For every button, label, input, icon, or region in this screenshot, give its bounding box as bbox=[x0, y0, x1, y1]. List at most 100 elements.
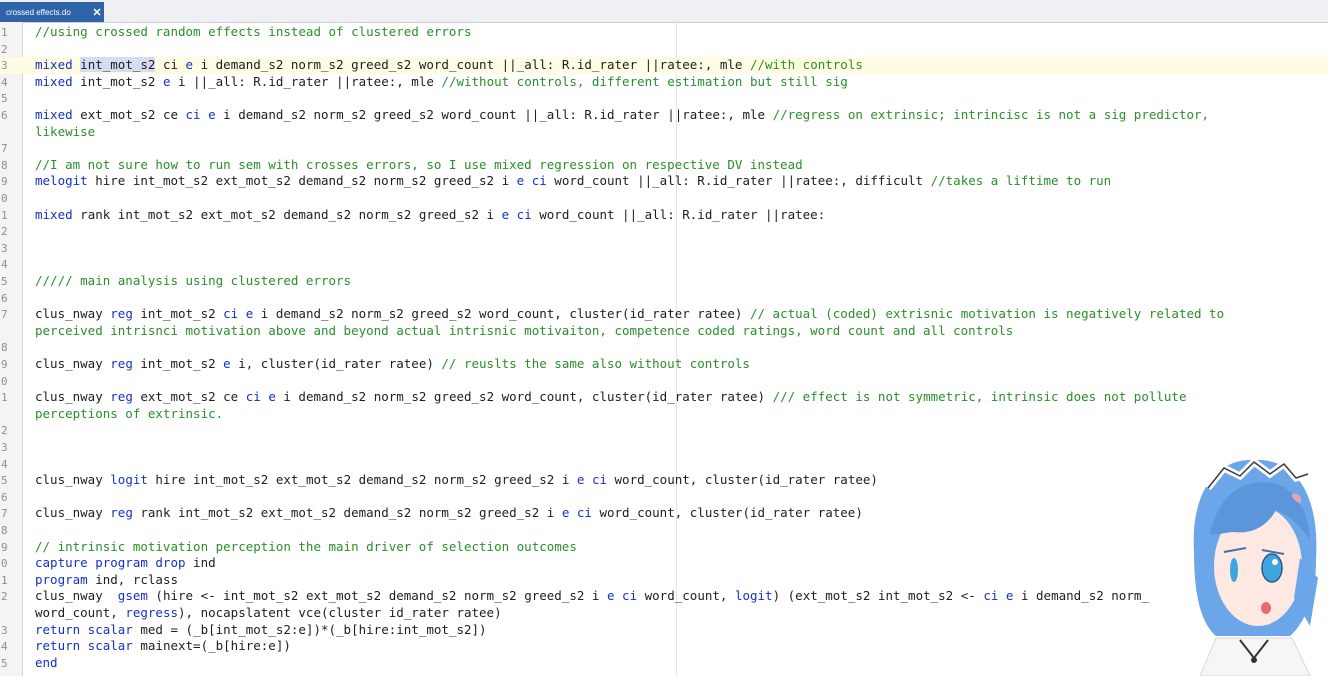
line-number: 4 bbox=[1, 640, 8, 654]
code-line[interactable]: 1 //using crossed random effects instead … bbox=[0, 24, 1328, 41]
code-line[interactable]: 1 clus_nway reg ext_mot_s2 ce ci e i dema… bbox=[0, 389, 1328, 406]
code-comment: perceived intrisnci motivation above and… bbox=[35, 322, 1014, 338]
line-number: 4 bbox=[1, 75, 8, 89]
code-keyword: e bbox=[185, 57, 194, 73]
code-keyword: end bbox=[35, 654, 58, 670]
code-editor[interactable]: 1 //using crossed random effects instead … bbox=[0, 22, 1328, 676]
code-keyword: e bbox=[208, 107, 216, 122]
code-line[interactable]: 6 bbox=[0, 290, 1328, 307]
line-number: 1 bbox=[1, 391, 8, 405]
code-line[interactable]: 4 return scalar mainext=(_b[hire:e]) bbox=[0, 638, 1328, 655]
code-line[interactable]: 9 // intrinsic motivation perception the … bbox=[0, 539, 1328, 556]
code-keyword: mixed bbox=[35, 57, 73, 73]
code-token: clus_nway bbox=[35, 472, 111, 488]
code-token: int_mot_s2 bbox=[132, 356, 224, 371]
code-line[interactable]: 3 return scalar med = (_b[int_mot_s2:e])*… bbox=[0, 622, 1328, 639]
code-line[interactable]: 6 bbox=[0, 489, 1328, 506]
code-line[interactable]: 7 clus_nway reg int_mot_s2 ci e i demand_… bbox=[0, 306, 1328, 323]
code-text: mixed ext_mot_s2 ce ci e i demand_s2 nor… bbox=[35, 107, 1209, 124]
code-keyword: ci bbox=[531, 173, 547, 189]
line-number: 2 bbox=[1, 42, 8, 56]
code-line[interactable]: 4 bbox=[0, 256, 1328, 273]
line-number: 2 bbox=[1, 225, 8, 239]
code-line[interactable]: likewise bbox=[0, 124, 1328, 141]
code-comment: perceptions of extrinsic. bbox=[35, 405, 224, 421]
code-line[interactable]: 5 clus_nway logit hire int_mot_s2 ext_mot… bbox=[0, 472, 1328, 489]
code-keyword: logit bbox=[110, 472, 148, 488]
code-comment: //takes a liftime to run bbox=[930, 173, 1112, 189]
code-line[interactable]: 0 bbox=[0, 190, 1328, 207]
code-line[interactable]: 3 bbox=[0, 439, 1328, 456]
code-token: i demand_s2 norm_ bbox=[1013, 588, 1149, 604]
code-keyword: mixed bbox=[35, 107, 73, 122]
code-line[interactable]: 7 clus_nway reg rank int_mot_s2 ext_mot_s… bbox=[0, 505, 1328, 522]
code-text: clus_nway logit hire int_mot_s2 ext_mot_… bbox=[35, 472, 878, 489]
code-token: word_count ||_all: R.id_rater ||ratee: bbox=[531, 206, 826, 222]
code-keyword: melogit bbox=[35, 173, 88, 189]
code-token: clus_nway bbox=[35, 505, 111, 521]
code-line[interactable]: 4 bbox=[0, 456, 1328, 473]
code-keyword: reg bbox=[110, 505, 133, 521]
code-text: perceived intrisnci motivation above and… bbox=[35, 323, 1013, 340]
code-line[interactable]: 6 mixed ext_mot_s2 ce ci e i demand_s2 no… bbox=[0, 107, 1328, 124]
code-line[interactable]: 3 mixed int_mot_s2 ci e i demand_s2 norm_… bbox=[0, 57, 1328, 74]
code-line[interactable]: 8 bbox=[0, 339, 1328, 356]
code-keyword: regress bbox=[125, 605, 178, 620]
code-token: word_count ||_all: R.id_rater ||ratee:, … bbox=[546, 173, 931, 189]
code-line[interactable]: 3 bbox=[0, 240, 1328, 257]
code-line[interactable]: 1 mixed rank int_mot_s2 ext_mot_s2 demand… bbox=[0, 207, 1328, 224]
code-keyword: ci bbox=[223, 306, 239, 322]
tab-title: crossed effects.do bbox=[6, 7, 71, 17]
code-line[interactable]: 9 melogit hire int_mot_s2 ext_mot_s2 dema… bbox=[0, 173, 1328, 190]
line-number: 5 bbox=[1, 474, 8, 488]
code-text: end bbox=[35, 655, 58, 672]
line-number: 6 bbox=[1, 291, 8, 305]
line-number: 0 bbox=[1, 374, 8, 388]
code-line[interactable]: 8 //I am not sure how to run sem with cro… bbox=[0, 157, 1328, 174]
code-line[interactable]: 2 bbox=[0, 223, 1328, 240]
code-keyword: e bbox=[501, 206, 510, 222]
code-line[interactable]: 2 bbox=[0, 422, 1328, 439]
code-comment: //with controls bbox=[749, 57, 863, 73]
code-line[interactable]: 4 mixed int_mot_s2 e i ||_all: R.id_rater… bbox=[0, 74, 1328, 91]
code-line[interactable]: 5 ///// main analysis using clustered err… bbox=[0, 273, 1328, 290]
code-keyword: e bbox=[223, 356, 231, 371]
code-text: clus_nway reg int_mot_s2 ci e i demand_s… bbox=[35, 306, 1224, 323]
code-line[interactable]: word_count, regress), nocapslatent vce(c… bbox=[0, 605, 1328, 622]
code-token: ind bbox=[185, 555, 216, 571]
code-line[interactable]: 2 bbox=[0, 41, 1328, 58]
tab-close-icon[interactable]: ✕ bbox=[90, 6, 104, 19]
code-line[interactable]: 5 end bbox=[0, 655, 1328, 672]
line-number: 5 bbox=[1, 275, 8, 288]
code-line[interactable]: 8 bbox=[0, 522, 1328, 539]
code-line[interactable]: perceptions of extrinsic. bbox=[0, 406, 1328, 423]
code-token: clus_nway bbox=[35, 306, 111, 322]
code-line[interactable]: perceived intrisnci motivation above and… bbox=[0, 323, 1328, 340]
line-number: 3 bbox=[1, 59, 8, 73]
code-line[interactable]: 0 capture program drop ind bbox=[0, 555, 1328, 572]
code-line[interactable]: 5 bbox=[0, 90, 1328, 107]
tab-crossed-effects[interactable]: crossed effects.do ✕ bbox=[0, 2, 104, 22]
code-keyword: ci bbox=[245, 389, 261, 405]
code-line[interactable]: 1 program ind, rclass bbox=[0, 572, 1328, 589]
code-keyword: ci bbox=[983, 588, 999, 604]
code-keyword: mixed bbox=[35, 73, 73, 89]
line-number: 2 bbox=[1, 590, 8, 604]
code-line[interactable]: 9 clus_nway reg int_mot_s2 e i, cluster(i… bbox=[0, 356, 1328, 373]
code-token: ext_mot_s2 ce bbox=[132, 389, 246, 405]
line-number: 1 bbox=[1, 26, 8, 39]
code-token: i demand_s2 norm_s2 greed_s2 word_count … bbox=[193, 57, 750, 73]
line-number: 0 bbox=[1, 557, 8, 571]
code-token: int_mot_s2 bbox=[72, 73, 163, 89]
code-line[interactable]: 0 bbox=[0, 373, 1328, 390]
code-line[interactable]: 7 bbox=[0, 140, 1328, 157]
code-line[interactable]: 2 clus_nway gsem (hire <- int_mot_s2 ext_… bbox=[0, 588, 1328, 605]
code-comment: // intrinsic motivation perception the m… bbox=[35, 538, 577, 554]
code-comment: /// effect is not symmetric, intrinsic d… bbox=[772, 389, 1187, 405]
code-keyword: gsem bbox=[117, 588, 148, 604]
